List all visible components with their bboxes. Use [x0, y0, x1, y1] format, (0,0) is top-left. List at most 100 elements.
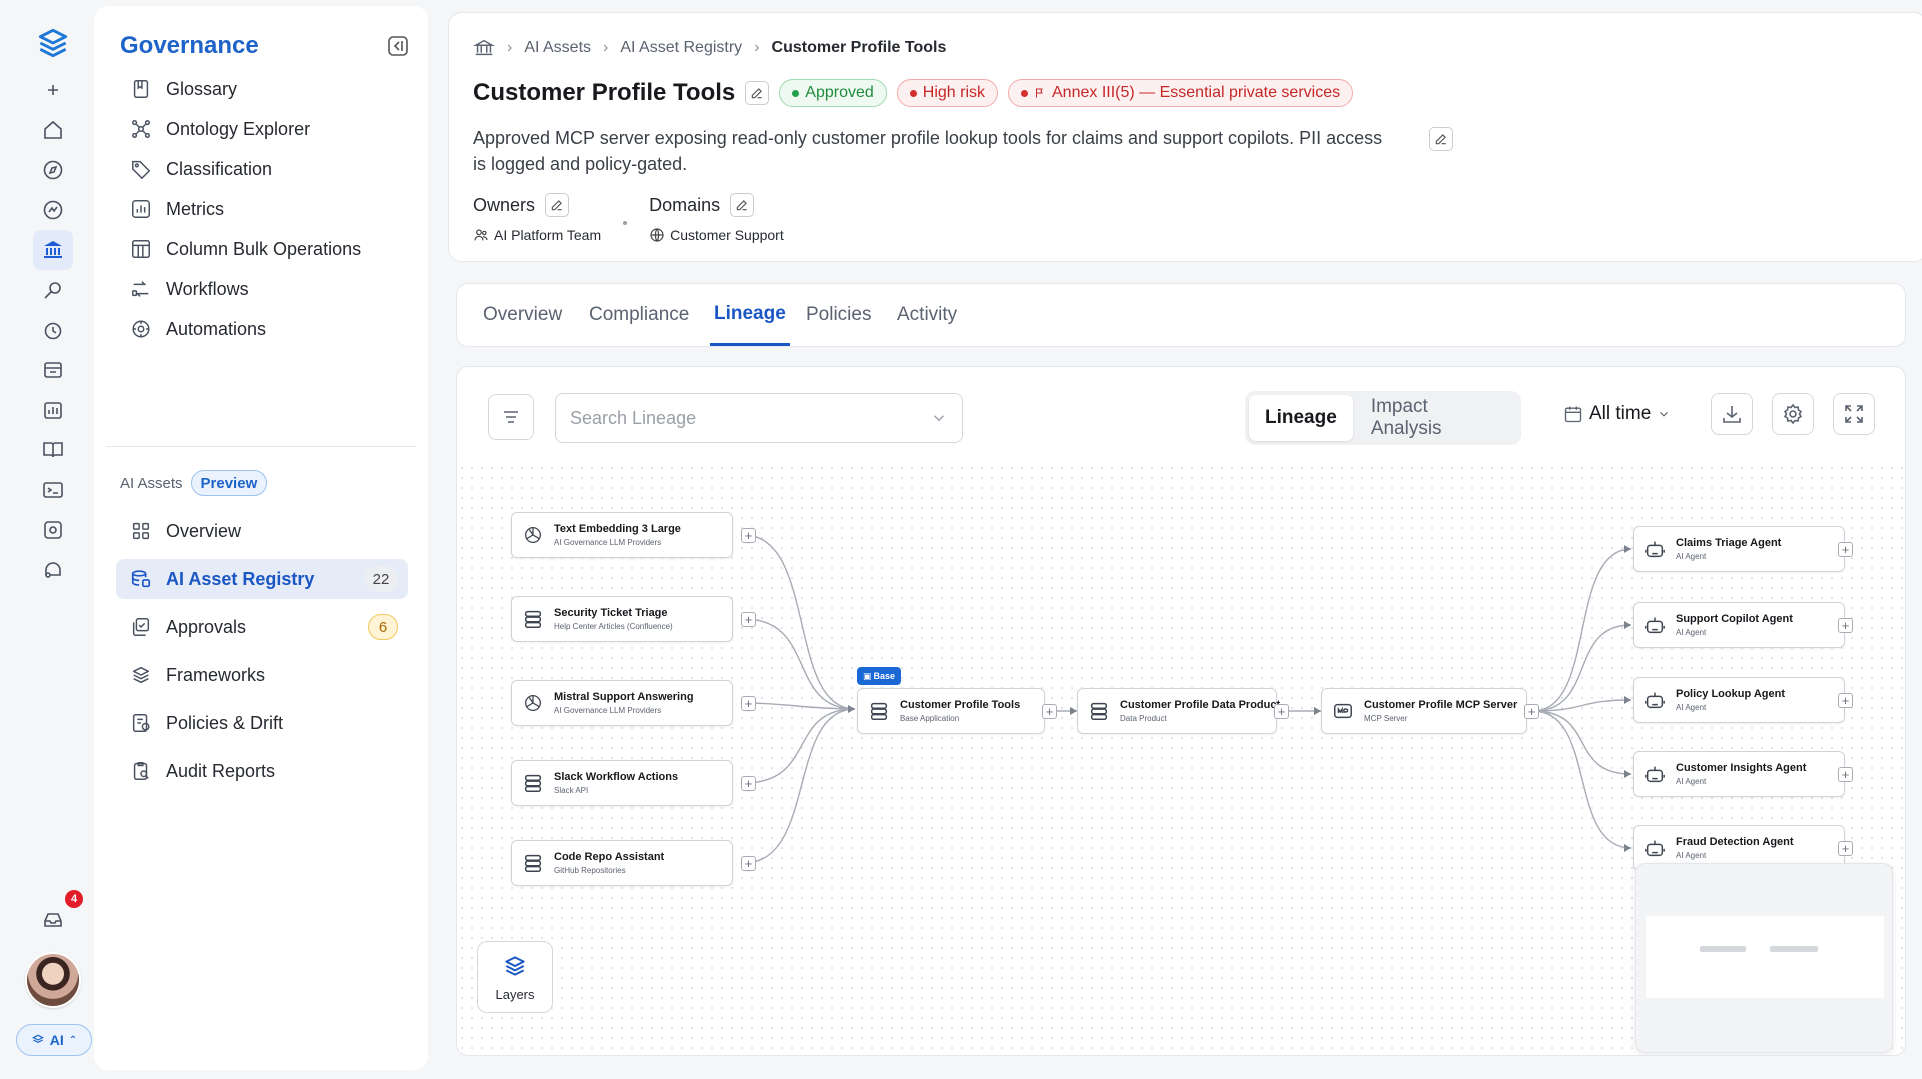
table-icon: [132, 240, 150, 258]
lineage-node-source[interactable]: Code Repo Assistant GitHub Repositories +: [511, 840, 756, 886]
app-logo-icon[interactable]: [34, 24, 72, 62]
breadcrumb-link[interactable]: AI Assets: [524, 39, 591, 57]
tab-lineage[interactable]: Lineage: [710, 284, 790, 346]
collapse-sidebar-icon[interactable]: [386, 34, 410, 58]
expand-node-button[interactable]: +: [1274, 704, 1289, 719]
lineage-node-base[interactable]: Customer Profile Tools Base Application +: [857, 688, 1057, 734]
lineage-node-target[interactable]: Claims Triage Agent AI Agent +: [1633, 526, 1853, 572]
sidebar-item-audit-reports[interactable]: Audit Reports: [116, 751, 408, 791]
lineage-node-target[interactable]: Customer Insights Agent AI Agent +: [1633, 751, 1853, 797]
sidebar-item-automations[interactable]: Automations: [116, 309, 408, 349]
node-name: Security Ticket Triage: [554, 607, 668, 619]
node-type: AI Governance LLM Providers: [554, 706, 662, 715]
openai-icon: [525, 527, 541, 543]
filter-button[interactable]: [488, 394, 534, 440]
edit-owners-button[interactable]: [545, 193, 570, 217]
settings-flow-icon[interactable]: [33, 510, 73, 550]
edit-title-button[interactable]: [745, 81, 770, 105]
knowledge-book-icon[interactable]: [33, 430, 73, 470]
expand-node-button[interactable]: +: [741, 856, 756, 871]
insights-icon[interactable]: [33, 190, 73, 230]
expand-node-button[interactable]: +: [1838, 542, 1853, 557]
node-name: Claims Triage Agent: [1676, 537, 1782, 549]
sidebar-item-approvals[interactable]: Approvals 6: [116, 607, 408, 647]
breadcrumb-link[interactable]: AI Asset Registry: [620, 39, 742, 57]
node-type: MCP Server: [1364, 714, 1408, 723]
time-range-dropdown[interactable]: All time: [1563, 403, 1671, 425]
pencil-icon: [1435, 134, 1446, 145]
lineage-node-target[interactable]: Policy Lookup Agent AI Agent +: [1633, 677, 1853, 723]
sidebar-item-metrics[interactable]: Metrics: [116, 189, 408, 229]
edit-domains-button[interactable]: [730, 193, 755, 217]
mode-impact-analysis-button[interactable]: Impact Analysis: [1355, 395, 1517, 441]
download-button[interactable]: [1711, 393, 1753, 435]
expand-node-button[interactable]: +: [741, 612, 756, 627]
tab-policies[interactable]: Policies: [806, 284, 871, 346]
home-institution-icon[interactable]: [473, 37, 495, 59]
data-quality-icon[interactable]: [33, 270, 73, 310]
sidebar-item-overview[interactable]: Overview: [116, 511, 408, 551]
sidebar-item-ontology-explorer[interactable]: Ontology Explorer: [116, 109, 408, 149]
sidebar-item-label: Overview: [166, 520, 242, 541]
expand-node-button[interactable]: +: [1838, 693, 1853, 708]
sidebar-item-workflows[interactable]: Workflows: [116, 269, 408, 309]
expand-node-button[interactable]: +: [1838, 618, 1853, 633]
owner-team[interactable]: AI Platform Team: [473, 227, 601, 243]
lineage-node-source[interactable]: Mistral Support Answering AI Governance L…: [511, 680, 756, 726]
add-icon[interactable]: [33, 70, 73, 110]
lineage-node-target[interactable]: Support Copilot Agent AI Agent +: [1633, 602, 1853, 648]
expand-node-button[interactable]: +: [1524, 704, 1539, 719]
registry-count-badge: 22: [364, 566, 398, 592]
lineage-node-source[interactable]: Slack Workflow Actions Slack API +: [511, 760, 756, 806]
ai-logo-icon: [31, 1034, 44, 1043]
user-avatar[interactable]: [25, 952, 81, 1008]
lineage-node-data-product[interactable]: Customer Profile Data Product Data Produc…: [1077, 688, 1289, 734]
tab-overview[interactable]: Overview: [483, 284, 562, 346]
domain-value[interactable]: Customer Support: [649, 227, 784, 243]
layers-button[interactable]: Layers: [477, 941, 553, 1013]
expand-node-button[interactable]: +: [1838, 841, 1853, 856]
observability-icon[interactable]: [33, 310, 73, 350]
terminal-icon[interactable]: [33, 470, 73, 510]
expand-node-button[interactable]: +: [741, 528, 756, 543]
flag-icon: [1036, 88, 1043, 98]
lineage-node-mcp-server[interactable]: Customer Profile MCP Server MCP Server +: [1321, 688, 1539, 734]
marketplace-icon[interactable]: [33, 350, 73, 390]
governance-bank-icon[interactable]: [33, 230, 73, 270]
breadcrumb-current: Customer Profile Tools: [771, 39, 947, 56]
tab-activity[interactable]: Activity: [897, 284, 957, 346]
chevron-down-icon: [1660, 411, 1669, 417]
openai-icon: [525, 695, 541, 711]
node-name: Fraud Detection Agent: [1676, 836, 1794, 848]
sidebar-item-policies-drift[interactable]: Policies & Drift: [116, 703, 408, 743]
lineage-minimap[interactable]: [1635, 863, 1893, 1053]
sidebar-item-frameworks[interactable]: Frameworks: [116, 655, 408, 695]
edit-description-button[interactable]: [1429, 127, 1453, 151]
home-icon[interactable]: [33, 110, 73, 150]
expand-node-button[interactable]: +: [1838, 767, 1853, 782]
expand-node-button[interactable]: +: [741, 696, 756, 711]
sidebar-item-classification[interactable]: Classification: [116, 149, 408, 189]
expand-node-button[interactable]: +: [1042, 704, 1057, 719]
search-lineage-input[interactable]: [570, 407, 930, 429]
domain-name: Customer Support: [670, 227, 784, 243]
reports-icon[interactable]: [33, 390, 73, 430]
ai-assistant-button[interactable]: AI ⌃: [16, 1024, 92, 1056]
globe-icon: [650, 228, 664, 242]
expand-node-button[interactable]: +: [741, 776, 756, 791]
settings-button[interactable]: [1772, 393, 1814, 435]
sidebar-divider: [106, 446, 416, 447]
lineage-node-source[interactable]: Security Ticket Triage Help Center Articl…: [511, 596, 756, 642]
explore-compass-icon[interactable]: [33, 150, 73, 190]
lineage-node-source[interactable]: Text Embedding 3 Large AI Governance LLM …: [511, 512, 756, 558]
sidebar-item-glossary[interactable]: Glossary: [116, 69, 408, 109]
minimap-viewport[interactable]: [1646, 916, 1884, 998]
sidebar-item-ai-asset-registry[interactable]: AI Asset Registry 22: [116, 559, 408, 599]
sidebar-item-column-bulk-operations[interactable]: Column Bulk Operations: [116, 229, 408, 269]
tab-compliance[interactable]: Compliance: [589, 284, 689, 346]
support-icon[interactable]: [33, 550, 73, 590]
inbox-icon[interactable]: [33, 900, 73, 940]
mode-lineage-button[interactable]: Lineage: [1249, 395, 1353, 441]
fullscreen-button[interactable]: [1833, 393, 1875, 435]
search-lineage-dropdown[interactable]: [555, 393, 963, 443]
